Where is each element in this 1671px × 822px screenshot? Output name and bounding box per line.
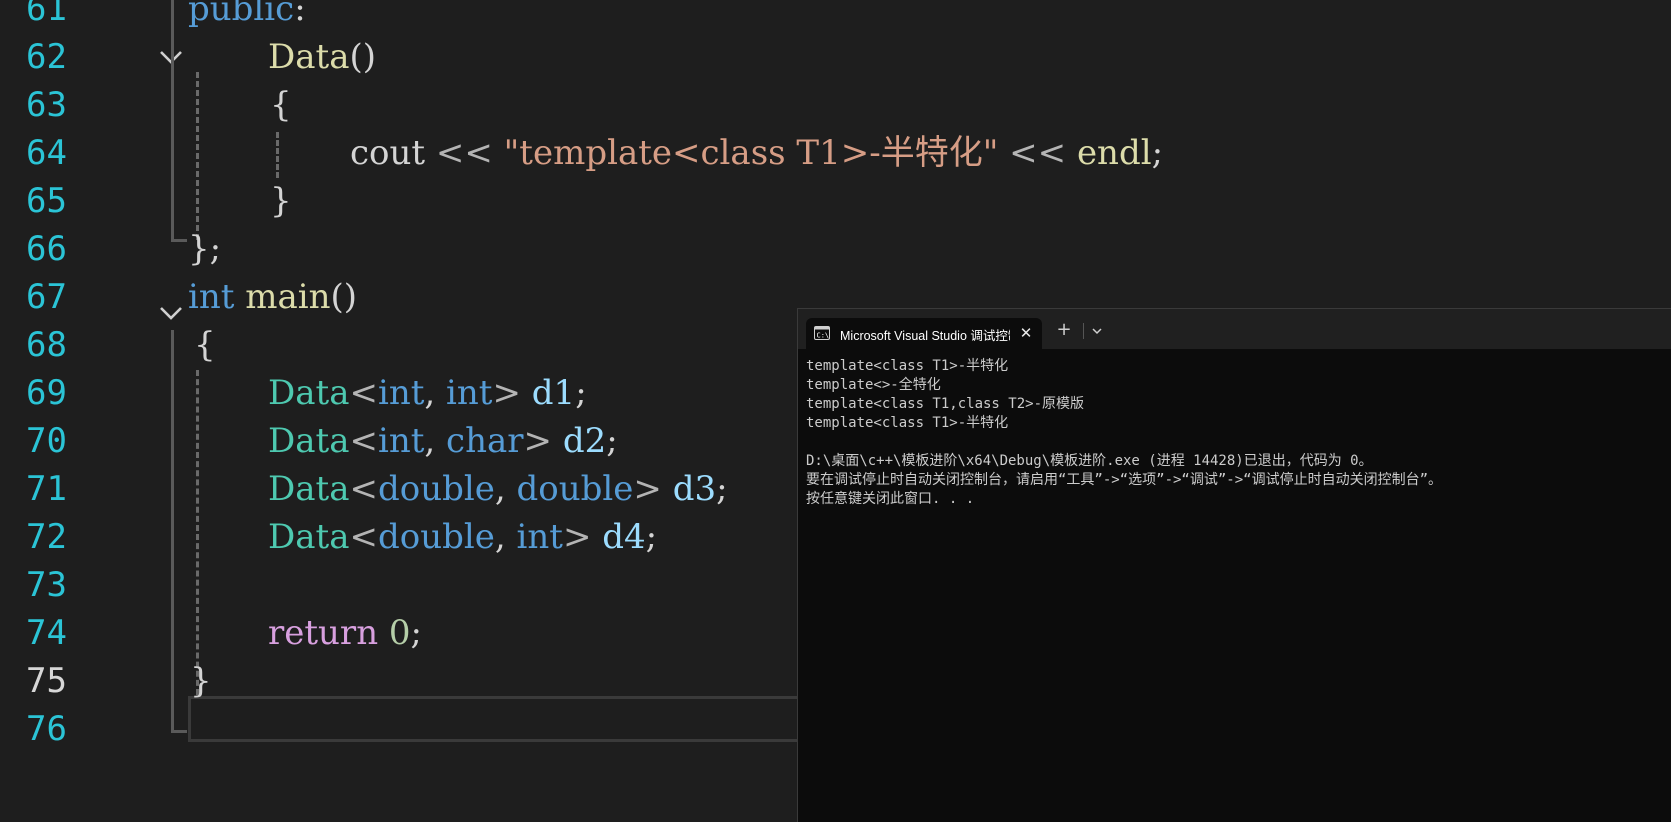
scope-guide <box>171 330 174 733</box>
line-number: 65 <box>26 181 67 221</box>
indent-guide <box>276 132 279 178</box>
line-number-current: 75 <box>26 661 67 701</box>
code-line-75: } <box>190 661 212 701</box>
line-number: 69 <box>26 373 67 413</box>
console-tab-bar: C:\ Microsoft Visual Studio 调试控制台 ✕ + <box>798 309 1671 349</box>
scope-guide <box>171 0 174 242</box>
line-number: 73 <box>26 565 67 605</box>
code-line-71: Data<double, double> d3; <box>268 469 728 509</box>
tab-separator <box>1083 323 1084 339</box>
debug-console-window[interactable]: C:\ Microsoft Visual Studio 调试控制台 ✕ + te… <box>797 308 1671 822</box>
code-line-64: cout << "template<class T1>-半特化" << endl… <box>350 133 1164 173</box>
line-number: 67 <box>26 277 67 317</box>
new-tab-icon[interactable]: + <box>1053 320 1075 340</box>
console-tab[interactable]: C:\ Microsoft Visual Studio 调试控制台 ✕ <box>806 318 1042 349</box>
terminal-icon: C:\ <box>814 326 830 340</box>
code-line-66: }; <box>188 229 222 269</box>
code-line-74: return 0; <box>268 613 423 653</box>
line-number: 64 <box>26 133 67 173</box>
code-line-63: { <box>270 85 292 125</box>
code-line-68: { <box>194 325 216 365</box>
console-tab-title: Microsoft Visual Studio 调试控制台 <box>840 329 1010 343</box>
console-line: template<class T1,class T2>-原模版 <box>806 396 1085 412</box>
svg-text:C:\: C:\ <box>817 332 830 340</box>
console-line: 要在调试停止时自动关闭控制台，请启用“工具”->“选项”->“调试”->“调试停… <box>806 472 1442 488</box>
line-number: 62 <box>26 37 67 77</box>
console-line: template<class T1>-半特化 <box>806 415 1009 431</box>
line-number: 63 <box>26 85 67 125</box>
line-number: 66 <box>26 229 67 269</box>
console-line: template<class T1>-半特化 <box>806 358 1009 374</box>
line-number: 71 <box>26 469 67 509</box>
code-line-61: public: <box>188 0 306 29</box>
line-number: 76 <box>26 709 67 749</box>
console-line: template<>-全特化 <box>806 377 941 393</box>
code-line-67: int main() <box>188 277 358 317</box>
code-line-70: Data<int, char> d2; <box>268 421 618 461</box>
close-tab-icon[interactable]: ✕ <box>1018 324 1034 342</box>
indent-guide <box>196 72 199 240</box>
chevron-down-icon[interactable] <box>1089 323 1105 339</box>
code-line-72: Data<double, int> d4; <box>268 517 658 557</box>
scope-guide-end <box>171 239 187 242</box>
scope-guide-end <box>171 730 187 733</box>
code-line-65: } <box>270 181 292 221</box>
code-line-69: Data<int, int> d1; <box>268 373 587 413</box>
code-line-62: Data() <box>268 37 376 77</box>
line-number: 74 <box>26 613 67 653</box>
console-line: 按任意键关闭此窗口. . . <box>806 491 975 507</box>
line-number: 61 <box>26 0 67 29</box>
console-output: template<class T1>-半特化 template<>-全特化 te… <box>806 357 1666 509</box>
line-number: 68 <box>26 325 67 365</box>
fold-chevron-icon[interactable] <box>158 303 184 323</box>
line-number: 70 <box>26 421 67 461</box>
current-line-highlight <box>188 696 808 742</box>
indent-guide <box>196 370 199 695</box>
console-line: D:\桌面\c++\模板进阶\x64\Debug\模板进阶.exe (进程 14… <box>806 453 1373 469</box>
line-number: 72 <box>26 517 67 557</box>
